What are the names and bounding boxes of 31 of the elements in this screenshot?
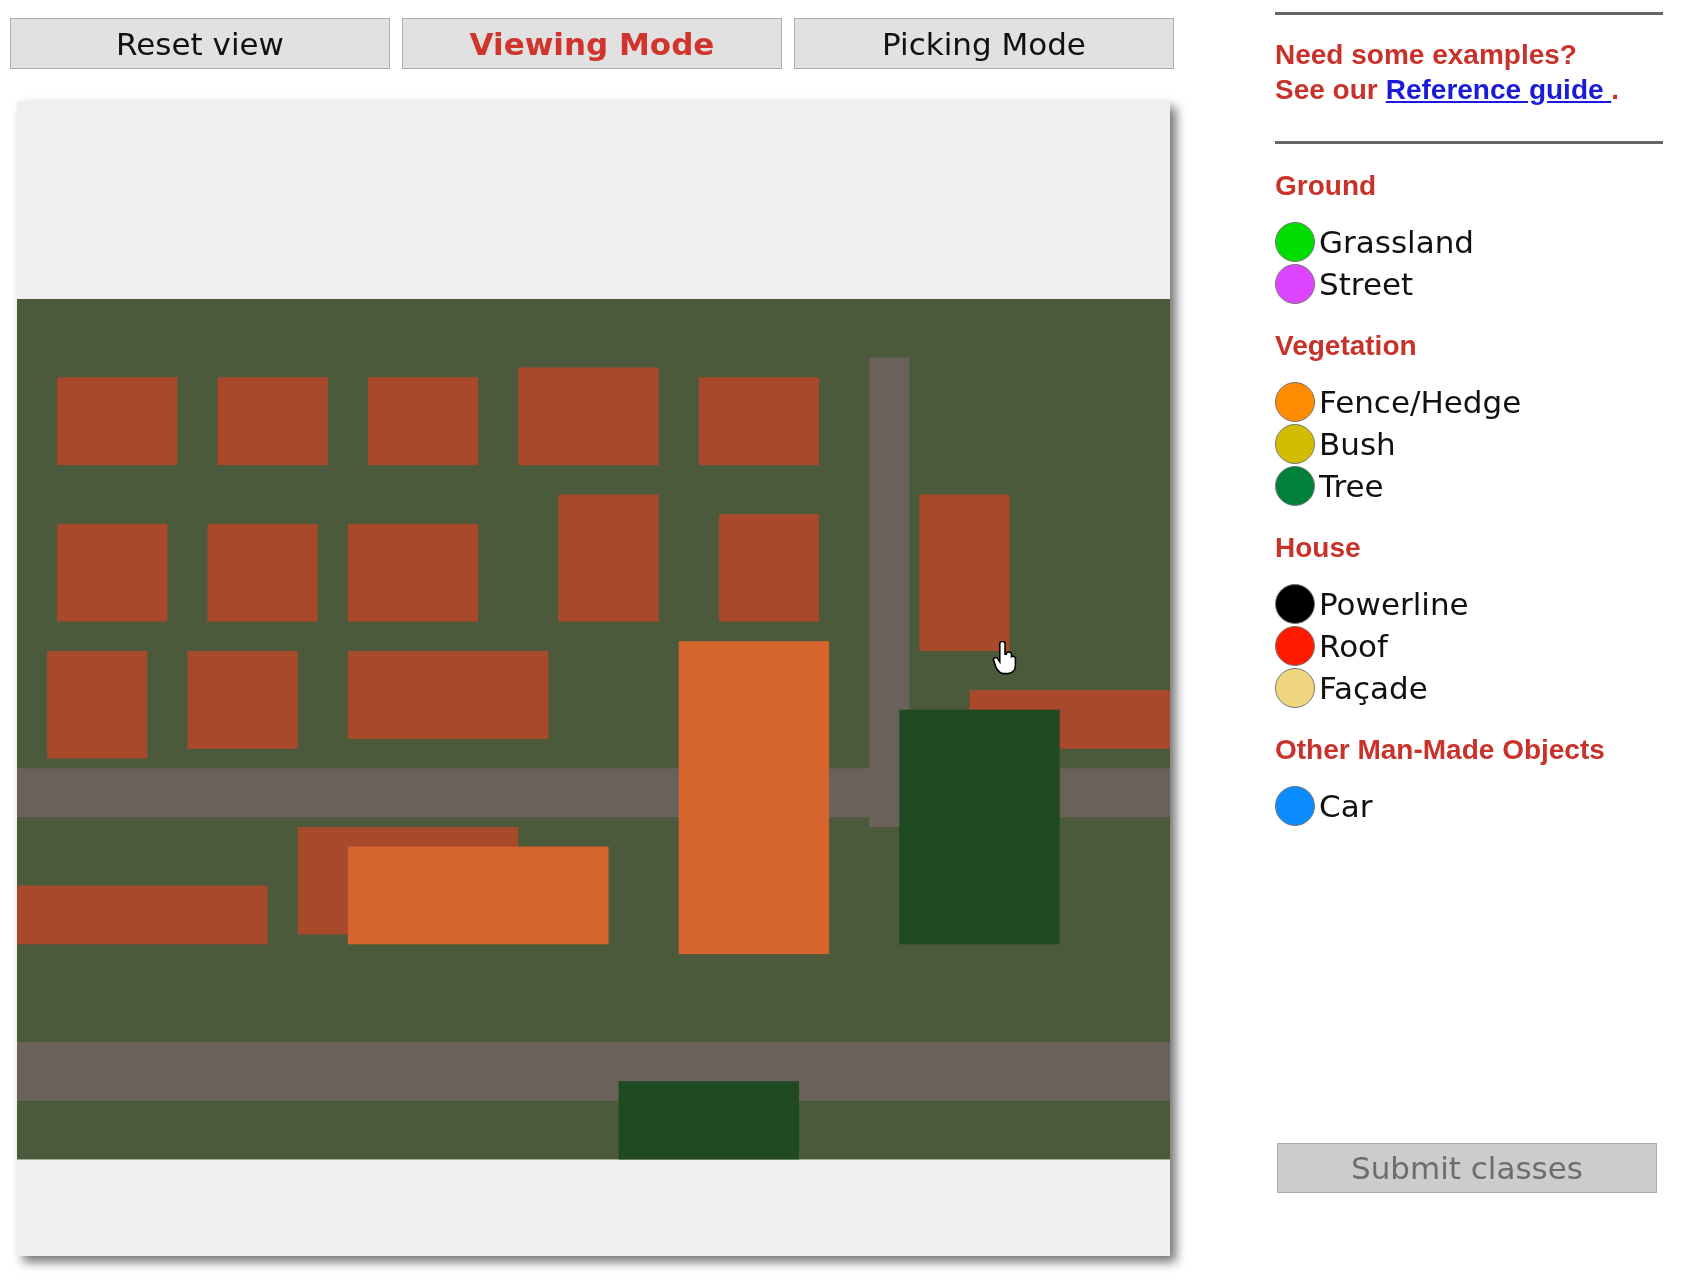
- class-color-dot[interactable]: [1275, 424, 1315, 464]
- point-cloud-viewer[interactable]: [17, 101, 1170, 1256]
- class-color-dot[interactable]: [1275, 626, 1315, 666]
- class-color-dot[interactable]: [1275, 786, 1315, 826]
- class-label[interactable]: Street: [1319, 266, 1414, 302]
- class-label[interactable]: Powerline: [1319, 586, 1469, 622]
- class-label[interactable]: Fence/Hedge: [1319, 384, 1522, 420]
- category-heading: Other Man-Made Objects: [1275, 734, 1606, 766]
- period-text: .: [1611, 73, 1620, 107]
- class-label[interactable]: Façade: [1319, 670, 1428, 706]
- class-color-dot[interactable]: [1275, 668, 1315, 708]
- class-color-dot[interactable]: [1275, 222, 1315, 262]
- toolbar-button[interactable]: Viewing Mode: [402, 18, 782, 69]
- class-label[interactable]: Tree: [1319, 468, 1384, 504]
- class-label[interactable]: Roof: [1319, 628, 1388, 664]
- class-color-dot[interactable]: [1275, 264, 1315, 304]
- category-heading: House: [1275, 532, 1362, 564]
- class-color-dot[interactable]: [1275, 584, 1315, 624]
- class-label[interactable]: Bush: [1319, 426, 1396, 462]
- hand-cursor-icon: [992, 641, 1018, 675]
- toolbar-button[interactable]: Picking Mode: [794, 18, 1174, 69]
- class-label[interactable]: Car: [1319, 788, 1373, 824]
- help-text: See our: [1275, 73, 1378, 107]
- class-color-dot[interactable]: [1275, 382, 1315, 422]
- category-heading: Ground: [1275, 170, 1378, 202]
- category-heading: Vegetation: [1275, 330, 1418, 362]
- reference-guide-link[interactable]: Reference guide: [1385, 72, 1612, 107]
- class-label[interactable]: Grassland: [1319, 224, 1474, 260]
- help-text: Need some examples?: [1275, 38, 1578, 72]
- class-color-dot[interactable]: [1275, 466, 1315, 506]
- toolbar-button[interactable]: Reset view: [10, 18, 390, 69]
